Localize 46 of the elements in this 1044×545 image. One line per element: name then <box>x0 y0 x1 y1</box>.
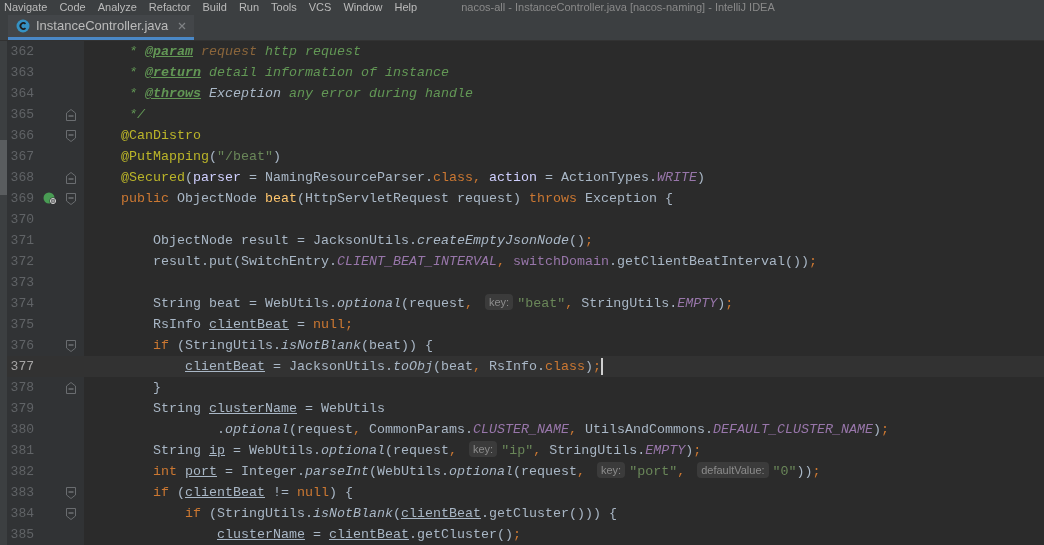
menu-item[interactable]: Run <box>238 2 260 13</box>
close-icon[interactable] <box>178 22 187 30</box>
fold-marker-icon[interactable] <box>66 507 76 520</box>
code-line: String clusterName = WebUtils <box>152 400 385 418</box>
fold-marker-icon[interactable] <box>66 381 76 394</box>
fold-marker-icon[interactable] <box>66 192 76 205</box>
code-line: * @throws Exception any error during handle <box>128 85 473 103</box>
code-line: @Secured(parser = NamingResourceParser.class, action = ActionTypes.WRITE) <box>121 169 705 187</box>
code-line: result.put(SwitchEntry.CLIENT_BEAT_INTERVAL, switchDomain.getClientBeatInterval()); <box>152 253 817 271</box>
code-line: if (StringUtils.isNotBlank(clientBeat.getCluster())) { <box>184 505 617 523</box>
code-line: int port = Integer.parseInt(WebUtils.optional(request, key: "port", defaultValue: "0")); <box>152 461 821 481</box>
code-line: if (StringUtils.isNotBlank(beat)) { <box>152 337 433 355</box>
code-line: @PutMapping("/beat") <box>121 148 281 166</box>
code-line: * @param request http request <box>128 43 361 61</box>
fold-marker-icon[interactable] <box>66 171 76 184</box>
class-icon <box>16 19 30 33</box>
menu-item[interactable]: Refactor <box>148 2 191 13</box>
fold-marker-icon[interactable] <box>66 339 76 352</box>
menu-item[interactable]: Navigate <box>4 2 48 13</box>
code-line: String ip = WebUtils.optional(request, key: "ip", StringUtils.EMPTY); <box>152 440 702 460</box>
code-line: clusterName = clientBeat.getCluster(); <box>216 526 521 544</box>
line-number: 377 <box>9 357 34 376</box>
code-line: String beat = WebUtils.optional(request, key: "beat", StringUtils.EMPTY); <box>152 293 734 313</box>
menu-item[interactable]: Code <box>59 2 86 13</box>
menu-item[interactable]: Help <box>394 2 418 13</box>
code-line: */ <box>128 106 145 124</box>
fold-marker-icon[interactable] <box>66 129 76 142</box>
code-line: * @return detail information of instance <box>128 64 449 82</box>
code-line: RsInfo clientBeat = null; <box>152 316 353 334</box>
menu-item[interactable]: Window <box>343 2 383 13</box>
menu-item[interactable]: Analyze <box>97 2 137 13</box>
menu-item[interactable]: Tools <box>271 2 297 13</box>
window-title: nacos-all - InstanceController.java [nacos-naming] - IntelliJ IDEA <box>461 2 775 13</box>
code-line: @CanDistro <box>121 127 201 145</box>
editor-tab[interactable]: InstanceController.java <box>8 15 195 40</box>
scroll-thumb <box>0 140 7 195</box>
code-line: } <box>152 379 161 397</box>
menu-item[interactable]: Build <box>202 2 227 13</box>
fold-marker-icon[interactable] <box>66 486 76 499</box>
code-line: public ObjectNode beat(HttpServletRequest request) throws Exception { <box>121 190 673 208</box>
code-line: ObjectNode result = JacksonUtils.createEmptyJsonNode(); <box>152 232 593 250</box>
fold-marker-icon[interactable] <box>66 108 76 121</box>
code-line: if (clientBeat != null) { <box>152 484 353 502</box>
code-line: .optional(request, CommonParams.CLUSTER_NAME, UtilsAndCommons.DEFAULT_CLUSTER_NAME); <box>216 421 889 439</box>
menu-item[interactable]: VCS <box>308 2 332 13</box>
code-line: clientBeat = JacksonUtils.toObj(beat, RsInfo.class); <box>184 358 601 376</box>
